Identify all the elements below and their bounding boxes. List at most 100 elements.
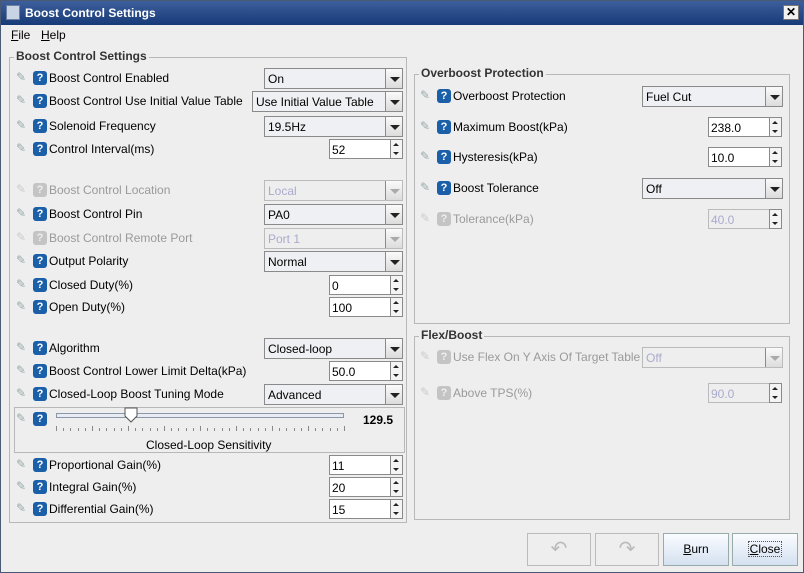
- redo-button[interactable]: ↷: [595, 533, 659, 566]
- chevron-down-icon[interactable]: [385, 92, 402, 111]
- spin-down-icon[interactable]: [772, 222, 778, 225]
- above-tps-input[interactable]: 90.0: [708, 383, 769, 403]
- spin-down-icon[interactable]: [393, 490, 399, 493]
- spin-down-icon[interactable]: [772, 396, 778, 399]
- pencil-icon[interactable]: ✎: [16, 502, 29, 515]
- pencil-icon[interactable]: ✎: [420, 212, 433, 225]
- chevron-down-icon[interactable]: [765, 348, 782, 367]
- spin-up-icon[interactable]: [393, 279, 399, 282]
- spin-up-icon[interactable]: [393, 459, 399, 462]
- help-icon[interactable]: ?: [33, 300, 47, 314]
- spinner-buttons[interactable]: [390, 297, 403, 317]
- closed-loop-sensitivity-slider[interactable]: [56, 407, 345, 435]
- boost-tolerance-dropdown[interactable]: Off: [642, 178, 783, 199]
- help-icon[interactable]: ?: [437, 386, 451, 400]
- spin-up-icon[interactable]: [772, 213, 778, 216]
- help-icon[interactable]: ?: [33, 183, 47, 197]
- help-icon[interactable]: ?: [437, 89, 451, 103]
- burn-button[interactable]: Burn: [663, 533, 729, 566]
- spinner-buttons[interactable]: [769, 383, 782, 403]
- chevron-down-icon[interactable]: [765, 179, 782, 198]
- spin-down-icon[interactable]: [772, 130, 778, 133]
- pencil-icon[interactable]: ✎: [16, 231, 29, 244]
- boost-control-location-dropdown[interactable]: Local: [264, 180, 403, 201]
- control-interval-ms-input[interactable]: 52: [329, 139, 390, 159]
- pencil-icon[interactable]: ✎: [16, 119, 29, 132]
- solenoid-frequency-dropdown[interactable]: 19.5Hz: [264, 116, 403, 137]
- chevron-down-icon[interactable]: [385, 385, 402, 404]
- pencil-icon[interactable]: ✎: [16, 94, 29, 107]
- pencil-icon[interactable]: ✎: [16, 458, 29, 471]
- pencil-icon[interactable]: ✎: [420, 181, 433, 194]
- help-icon[interactable]: ?: [33, 364, 47, 378]
- chevron-down-icon[interactable]: [385, 69, 402, 88]
- pencil-icon[interactable]: ✎: [420, 120, 433, 133]
- spinner-buttons[interactable]: [390, 499, 403, 519]
- close-window-button[interactable]: ✕: [783, 5, 799, 20]
- help-icon[interactable]: ?: [437, 181, 451, 195]
- spinner-buttons[interactable]: [390, 477, 403, 497]
- help-icon[interactable]: ?: [33, 480, 47, 494]
- spin-down-icon[interactable]: [393, 152, 399, 155]
- slider-thumb[interactable]: [124, 407, 138, 423]
- menu-help[interactable]: Help: [41, 28, 66, 42]
- spinner-buttons[interactable]: [769, 209, 782, 229]
- pencil-icon[interactable]: ✎: [16, 142, 29, 155]
- help-icon[interactable]: ?: [33, 207, 47, 221]
- spin-down-icon[interactable]: [393, 310, 399, 313]
- use-flex-on-y-axis-of-target-table-dropdown[interactable]: Off: [642, 347, 783, 368]
- chevron-down-icon[interactable]: [385, 117, 402, 136]
- menu-file[interactable]: File: [11, 28, 30, 42]
- pencil-icon[interactable]: ✎: [16, 364, 29, 377]
- closed-duty-input[interactable]: 0: [329, 275, 390, 295]
- help-icon[interactable]: ?: [33, 142, 47, 156]
- spin-down-icon[interactable]: [393, 374, 399, 377]
- spin-up-icon[interactable]: [772, 151, 778, 154]
- help-icon[interactable]: ?: [437, 150, 451, 164]
- spinner-buttons[interactable]: [769, 117, 782, 137]
- spin-up-icon[interactable]: [393, 503, 399, 506]
- help-icon[interactable]: ?: [437, 212, 451, 226]
- closed-loop-boost-tuning-mode-dropdown[interactable]: Advanced: [264, 384, 403, 405]
- spin-up-icon[interactable]: [772, 121, 778, 124]
- spin-down-icon[interactable]: [393, 288, 399, 291]
- pencil-icon[interactable]: ✎: [420, 386, 433, 399]
- boost-control-remote-port-dropdown[interactable]: Port 1: [264, 228, 403, 249]
- pencil-icon[interactable]: ✎: [16, 387, 29, 400]
- hysteresis-kpa-input[interactable]: 10.0: [708, 147, 769, 167]
- chevron-down-icon[interactable]: [385, 229, 402, 248]
- chevron-down-icon[interactable]: [385, 339, 402, 358]
- chevron-down-icon[interactable]: [765, 87, 782, 106]
- spinner-buttons[interactable]: [769, 147, 782, 167]
- spinner-buttons[interactable]: [390, 455, 403, 475]
- pencil-icon[interactable]: ✎: [420, 350, 433, 363]
- spin-up-icon[interactable]: [393, 481, 399, 484]
- boost-control-lower-limit-delta-kpa-input[interactable]: 50.0: [329, 361, 390, 381]
- algorithm-dropdown[interactable]: Closed-loop: [264, 338, 403, 359]
- differential-gain-input[interactable]: 15: [329, 499, 390, 519]
- spin-down-icon[interactable]: [772, 160, 778, 163]
- chevron-down-icon[interactable]: [385, 252, 402, 271]
- pencil-icon[interactable]: ✎: [16, 412, 29, 425]
- boost-control-pin-dropdown[interactable]: PA0: [264, 204, 403, 225]
- spin-down-icon[interactable]: [393, 512, 399, 515]
- pencil-icon[interactable]: ✎: [16, 341, 29, 354]
- help-icon[interactable]: ?: [33, 94, 47, 108]
- spinner-buttons[interactable]: [390, 275, 403, 295]
- spinner-buttons[interactable]: [390, 361, 403, 381]
- help-icon[interactable]: ?: [33, 412, 47, 426]
- chevron-down-icon[interactable]: [385, 181, 402, 200]
- help-icon[interactable]: ?: [437, 350, 451, 364]
- spin-up-icon[interactable]: [393, 365, 399, 368]
- chevron-down-icon[interactable]: [385, 205, 402, 224]
- pencil-icon[interactable]: ✎: [16, 254, 29, 267]
- pencil-icon[interactable]: ✎: [16, 71, 29, 84]
- pencil-icon[interactable]: ✎: [16, 480, 29, 493]
- open-duty-input[interactable]: 100: [329, 297, 390, 317]
- help-icon[interactable]: ?: [33, 231, 47, 245]
- help-icon[interactable]: ?: [33, 387, 47, 401]
- help-icon[interactable]: ?: [33, 71, 47, 85]
- spin-up-icon[interactable]: [393, 143, 399, 146]
- integral-gain-input[interactable]: 20: [329, 477, 390, 497]
- spin-down-icon[interactable]: [393, 468, 399, 471]
